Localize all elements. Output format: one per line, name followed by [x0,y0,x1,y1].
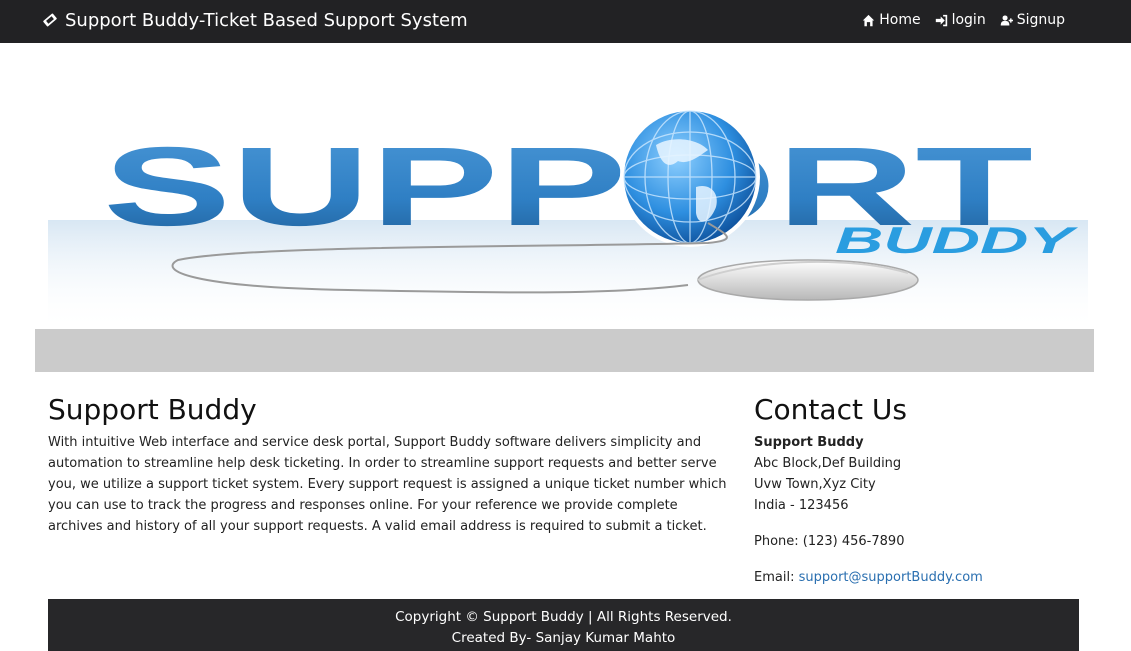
support-buddy-banner: SUPPORT BUDDY [48,95,1088,331]
nav-signup-link[interactable]: Signup [1000,12,1065,28]
nav-login-label: login [951,12,986,28]
nav-home-link[interactable]: Home [862,12,921,28]
contact-email-label: Email: [754,570,795,585]
contact-phone: Phone: (123) 456-7890 [754,534,905,549]
ticket-icon [43,13,57,27]
contact-company: Support Buddy [754,435,864,450]
top-navbar: Support Buddy-Ticket Based Support Syste… [0,0,1131,43]
about-title: Support Buddy [48,393,257,426]
contact-address-line-2: Uvw Town,Xyz City [754,477,876,492]
banner-logo-graphic: SUPPORT BUDDY [48,107,1088,331]
contact-address-line-1: Abc Block,Def Building [754,456,902,471]
nav-signup-label: Signup [1016,12,1065,28]
footer-credit: Created By- Sanjay Kumar Mahto [451,630,676,646]
contact-email-link[interactable]: support@supportBuddy.com [799,570,983,585]
brand-link[interactable]: Support Buddy-Ticket Based Support Syste… [41,0,468,40]
contact-email-row: Email: support@supportBuddy.com [754,567,1094,588]
about-text: With intuitive Web interface and service… [48,435,727,534]
banner-logo-sub: BUDDY [835,220,1079,261]
mouse-icon [697,259,919,301]
nav-login-link[interactable]: login [935,12,986,28]
brand-title: Support Buddy-Ticket Based Support Syste… [65,9,468,31]
nav-home-label: Home [879,12,921,28]
banner-divider-strip [35,329,1094,372]
page-footer: Copyright © Support Buddy | All Rights R… [48,599,1079,651]
user-plus-icon [1000,14,1013,26]
about-section: Support Buddy With intuitive Web interfa… [48,393,728,537]
contact-address-line-3: India - 123456 [754,498,849,513]
sign-in-icon [935,14,947,26]
home-icon [863,14,875,26]
contact-title: Contact Us [754,393,907,426]
nav-links: Home login Signup [862,0,1065,40]
contact-section: Contact Us Support Buddy Abc Block,Def B… [754,393,1094,588]
footer-copyright: Copyright © Support Buddy | All Rights R… [395,609,732,625]
